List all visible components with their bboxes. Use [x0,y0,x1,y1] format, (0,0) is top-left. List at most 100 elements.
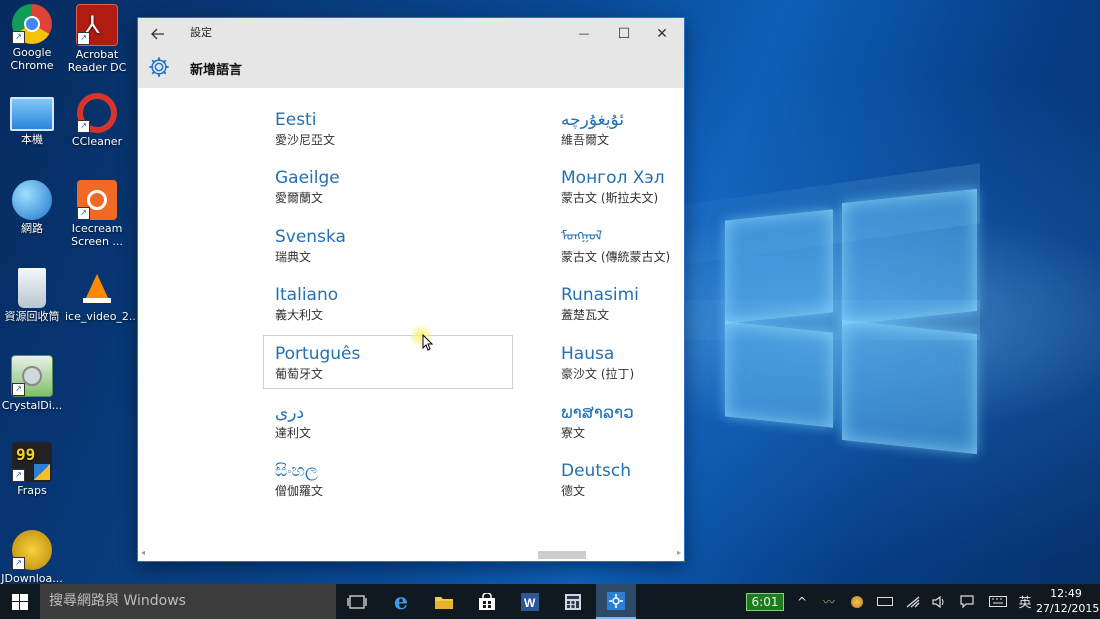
language-item-hausa[interactable]: Hausa 豪沙文 (拉丁) [561,343,634,383]
language-native-name: دری [275,403,305,423]
language-item-deutsch[interactable]: Deutsch 德文 [561,460,631,500]
store-bag-icon [479,592,495,610]
language-item-runasimi[interactable]: Runasimi 蓋楚瓦文 [561,284,639,324]
show-hidden-icons-button[interactable]: ^ [792,584,812,619]
scrollbar-thumb[interactable] [538,551,586,559]
language-native-name: ᠮᠣᠩᠭᠣᠯ [561,229,603,244]
folder-icon [435,596,453,609]
search-box[interactable]: 搜尋網路與 Windows [40,584,336,619]
keyboard-icon [989,596,1007,607]
windows-logo-icon [12,594,28,610]
shortcut-arrow-icon: ↗ [12,469,25,482]
taskbar-calculator[interactable] [553,584,593,619]
shortcut-arrow-icon: ↗ [77,32,90,45]
svg-text:W: W [524,596,536,610]
keyboard-button[interactable] [986,584,1010,619]
language-item-mongolian-cyrillic[interactable]: Монгол Хэл 蒙古文 (斯拉夫文) [561,167,665,207]
desktop-icon-label: 資源回收筒 [4,310,60,323]
language-native-name: Eesti [275,110,317,130]
desktop-icon-chrome[interactable]: ↗ Google Chrome [0,4,64,72]
clock[interactable]: 12:49 27/12/2015 [1036,586,1099,616]
desktop-icon-crystaldisk[interactable]: ↗ CrystalDi... [0,355,64,412]
desktop-icon-this-pc[interactable]: 本機 [0,93,64,146]
speaker-icon [932,595,944,608]
tray-globe-icon [851,595,863,608]
battery-time-label: 6:01 [745,592,785,611]
language-translation: 維吾爾文 [561,133,610,147]
language-translation: 葡萄牙文 [275,367,324,381]
shortcut-arrow-icon: ↗ [12,31,25,44]
language-item-uyghur[interactable]: ئۇيغۇرچە 維吾爾文 [561,109,624,149]
language-native-name: සිංහල [275,461,318,481]
horizontal-scrollbar[interactable]: ◂ ▸ [138,548,684,561]
language-translation: 寮文 [561,426,586,440]
language-translation: 蒙古文 (斯拉夫文) [561,191,659,205]
ime-label: 英 [1018,596,1032,611]
action-center-button[interactable] [956,584,978,619]
task-view-icon [347,594,367,609]
language-item-eesti[interactable]: Eesti 愛沙尼亞文 [275,109,335,149]
edge-icon: e [394,588,408,615]
language-item-gaeilge[interactable]: Gaeilge 愛爾蘭文 [275,167,340,207]
language-item-dari[interactable]: دری 達利文 [275,402,311,442]
taskbar-word[interactable]: W [510,584,550,619]
chevron-up-icon: ^ [796,594,808,609]
shortcut-arrow-icon: ↗ [12,383,25,396]
desktop-icon-vlc-video[interactable]: ice_video_2... [65,268,140,323]
wifi-button[interactable] [902,584,924,619]
fraps-icon: 99 ↗ [12,442,52,482]
desktop-icon-label: 本機 [21,133,43,146]
settings-window: 設定 — ☐ ✕ 新增語言 Eesti 愛沙尼亞文 Gaeilge 愛爾蘭文 S… [138,18,684,561]
language-translation: 蒙古文 (傳統蒙古文) [561,250,671,264]
tray-app-2[interactable] [846,584,868,619]
windows-logo-pane [842,188,977,326]
close-button[interactable]: ✕ [644,22,680,46]
taskbar-file-explorer[interactable] [424,584,464,619]
scroll-right-icon[interactable]: ▸ [677,548,681,557]
desktop-icon-icecream[interactable]: ↗ Icecream Screen ... [65,180,129,248]
input-method-button[interactable]: 英 [1014,584,1036,619]
battery-timer[interactable]: 6:01 [742,584,788,619]
battery-button[interactable] [874,584,896,619]
desktop-icon-network[interactable]: 網路 [0,180,64,235]
tray-app-1[interactable]: 〰 [818,584,840,619]
minimize-button[interactable]: — [566,22,602,46]
language-item-portugues[interactable]: Português 葡萄牙文 [275,343,360,383]
word-icon: W [521,592,539,611]
language-native-name: Runasimi [561,285,639,305]
desktop-icon-recycle-bin[interactable]: 資源回收筒 [0,268,64,323]
language-item-sinhala[interactable]: සිංහල 僧伽羅文 [275,460,323,500]
language-item-svenska[interactable]: Svenska 瑞典文 [275,226,346,266]
language-native-name: Hausa [561,344,615,364]
language-item-italiano[interactable]: Italiano 義大利文 [275,284,338,324]
taskbar-settings-active[interactable] [596,584,636,619]
crystaldisk-icon: ↗ [11,355,53,397]
desktop-icon-jdownloader[interactable]: ↗ JDownloa... [0,530,64,585]
desktop-icon-fraps[interactable]: 99 ↗ Fraps [0,442,64,497]
desktop-icon-label: Acrobat Reader DC [67,48,127,74]
taskbar-store[interactable] [467,584,507,619]
network-globe-icon [12,180,52,220]
desktop-icon-label: ice_video_2... [65,310,140,323]
chrome-icon: ↗ [12,4,52,44]
scroll-left-icon[interactable]: ◂ [141,548,145,557]
clock-time: 12:49 [1050,587,1082,600]
language-translation: 豪沙文 (拉丁) [561,367,635,381]
volume-button[interactable] [928,584,950,619]
language-item-mongolian-traditional[interactable]: ᠮᠣᠩᠭᠣᠯ 蒙古文 (傳統蒙古文) [561,226,670,266]
task-view-button[interactable] [337,584,377,619]
desktop-icon-acrobat[interactable]: ⅄ ↗ Acrobat Reader DC [65,4,129,74]
language-translation: 達利文 [275,426,312,440]
maximize-button[interactable]: ☐ [606,22,642,46]
search-placeholder: 搜尋網路與 Windows [49,593,186,609]
desktop-icon-ccleaner[interactable]: ↗ CCleaner [65,93,129,148]
language-item-lao[interactable]: ພາສາລາວ 寮文 [561,402,634,442]
language-native-name: Gaeilge [275,168,340,188]
taskbar: 搜尋網路與 Windows e W 6:01 ^ 〰 英 12:49 27/12… [0,584,1100,619]
language-translation: 僧伽羅文 [275,484,324,498]
back-button[interactable] [140,22,176,46]
battery-icon [877,597,893,606]
ccleaner-icon: ↗ [77,93,117,133]
start-button[interactable] [0,584,40,619]
taskbar-edge[interactable]: e [381,584,421,619]
